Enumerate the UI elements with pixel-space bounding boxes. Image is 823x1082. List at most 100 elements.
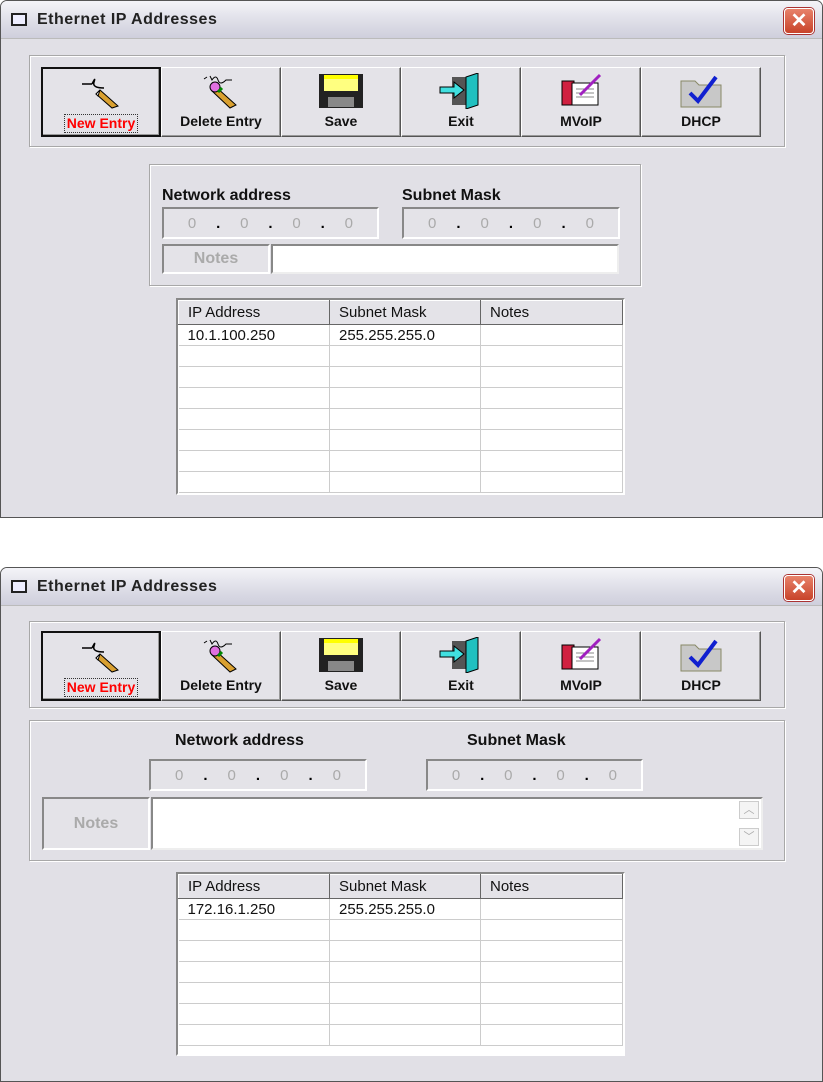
- table-cell[interactable]: [178, 387, 330, 409]
- close-button[interactable]: ✕: [784, 8, 814, 34]
- notes-input[interactable]: ︿ ﹀: [151, 797, 763, 850]
- scroll-up-button[interactable]: ︿: [739, 801, 759, 819]
- table-cell[interactable]: [480, 982, 623, 1004]
- table-row[interactable]: [178, 940, 623, 962]
- table-cell[interactable]: [329, 387, 481, 409]
- delete-entry-button[interactable]: Delete Entry: [161, 631, 281, 701]
- octet[interactable]: 0: [504, 767, 512, 784]
- scroll-down-button[interactable]: ﹀: [739, 828, 759, 846]
- table-cell[interactable]: [480, 940, 623, 962]
- table-cell[interactable]: [480, 408, 623, 430]
- column-header[interactable]: Subnet Mask: [329, 874, 481, 899]
- table-cell[interactable]: [178, 1003, 330, 1025]
- table-row[interactable]: [178, 450, 623, 472]
- table-cell[interactable]: [329, 919, 481, 941]
- table-row[interactable]: [178, 471, 623, 493]
- table-cell[interactable]: [480, 345, 623, 367]
- table-row[interactable]: [178, 1024, 623, 1046]
- title-bar[interactable]: Ethernet IP Addresses ✕: [1, 568, 822, 606]
- column-header[interactable]: IP Address: [178, 300, 330, 325]
- table-cell[interactable]: [178, 345, 330, 367]
- octet[interactable]: 0: [345, 215, 353, 232]
- octet[interactable]: 0: [240, 215, 248, 232]
- mvoip-button[interactable]: MVoIP: [521, 631, 641, 701]
- octet[interactable]: 0: [280, 767, 288, 784]
- exit-button[interactable]: Exit: [401, 631, 521, 701]
- table-row[interactable]: [178, 387, 623, 409]
- octet[interactable]: 0: [586, 215, 594, 232]
- octet[interactable]: 0: [556, 767, 564, 784]
- table-cell[interactable]: [480, 387, 623, 409]
- table-cell[interactable]: [329, 961, 481, 983]
- ip-address-table[interactable]: IP Address Subnet Mask Notes 10.1.100.250 25…: [176, 298, 625, 495]
- delete-entry-button[interactable]: Delete Entry: [161, 67, 281, 137]
- save-button[interactable]: Save: [281, 631, 401, 701]
- mvoip-button[interactable]: MVoIP: [521, 67, 641, 137]
- notes-input[interactable]: [271, 244, 619, 274]
- table-cell[interactable]: [178, 1024, 330, 1046]
- ip-address-table[interactable]: IP Address Subnet Mask Notes 172.16.1.250 25…: [176, 872, 625, 1056]
- dhcp-button[interactable]: DHCP: [641, 631, 761, 701]
- table-cell[interactable]: [480, 324, 623, 346]
- table-cell[interactable]: 255.255.255.0: [329, 898, 481, 920]
- octet[interactable]: 0: [188, 215, 196, 232]
- table-cell[interactable]: [178, 366, 330, 388]
- table-cell[interactable]: 10.1.100.250: [178, 324, 330, 346]
- table-cell[interactable]: [178, 450, 330, 472]
- table-row[interactable]: 172.16.1.250 255.255.255.0: [178, 898, 623, 920]
- octet[interactable]: 0: [228, 767, 236, 784]
- table-cell[interactable]: 172.16.1.250: [178, 898, 330, 920]
- close-button[interactable]: ✕: [784, 575, 814, 601]
- column-header[interactable]: IP Address: [178, 874, 330, 899]
- subnet-mask-input[interactable]: 0.0.0.0: [426, 759, 643, 791]
- subnet-mask-input[interactable]: 0.0.0.0: [402, 207, 620, 239]
- table-cell[interactable]: [178, 471, 330, 493]
- network-address-input[interactable]: 0.0.0.0: [162, 207, 379, 239]
- table-cell[interactable]: [329, 471, 481, 493]
- exit-button[interactable]: Exit: [401, 67, 521, 137]
- network-address-input[interactable]: 0.0.0.0: [149, 759, 367, 791]
- table-cell[interactable]: [178, 940, 330, 962]
- octet[interactable]: 0: [609, 767, 617, 784]
- octet[interactable]: 0: [452, 767, 460, 784]
- table-cell[interactable]: [178, 919, 330, 941]
- octet[interactable]: 0: [333, 767, 341, 784]
- table-row[interactable]: 10.1.100.250 255.255.255.0: [178, 324, 623, 346]
- octet[interactable]: 0: [292, 215, 300, 232]
- dhcp-button[interactable]: DHCP: [641, 67, 761, 137]
- octet[interactable]: 0: [175, 767, 183, 784]
- table-cell[interactable]: [329, 366, 481, 388]
- table-cell[interactable]: [329, 408, 481, 430]
- table-cell[interactable]: 255.255.255.0: [329, 324, 481, 346]
- table-cell[interactable]: [178, 429, 330, 451]
- column-header[interactable]: Notes: [480, 874, 623, 899]
- table-row[interactable]: [178, 408, 623, 430]
- new-entry-button[interactable]: New Entry: [41, 67, 161, 137]
- table-row[interactable]: [178, 1003, 623, 1025]
- table-row[interactable]: [178, 429, 623, 451]
- table-row[interactable]: [178, 982, 623, 1004]
- table-row[interactable]: [178, 366, 623, 388]
- table-cell[interactable]: [329, 982, 481, 1004]
- title-bar[interactable]: Ethernet IP Addresses ✕: [1, 1, 822, 39]
- table-cell[interactable]: [178, 982, 330, 1004]
- octet[interactable]: 0: [481, 215, 489, 232]
- table-cell[interactable]: [178, 408, 330, 430]
- octet[interactable]: 0: [533, 215, 541, 232]
- table-cell[interactable]: [480, 471, 623, 493]
- table-cell[interactable]: [178, 961, 330, 983]
- table-cell[interactable]: [329, 345, 481, 367]
- table-cell[interactable]: [480, 898, 623, 920]
- table-cell[interactable]: [480, 961, 623, 983]
- table-cell[interactable]: [480, 919, 623, 941]
- table-cell[interactable]: [480, 429, 623, 451]
- table-cell[interactable]: [329, 940, 481, 962]
- octet[interactable]: 0: [428, 215, 436, 232]
- table-row[interactable]: [178, 919, 623, 941]
- column-header[interactable]: Subnet Mask: [329, 300, 481, 325]
- table-cell[interactable]: [480, 1003, 623, 1025]
- table-cell[interactable]: [480, 450, 623, 472]
- table-row[interactable]: [178, 345, 623, 367]
- column-header[interactable]: Notes: [480, 300, 623, 325]
- table-cell[interactable]: [480, 366, 623, 388]
